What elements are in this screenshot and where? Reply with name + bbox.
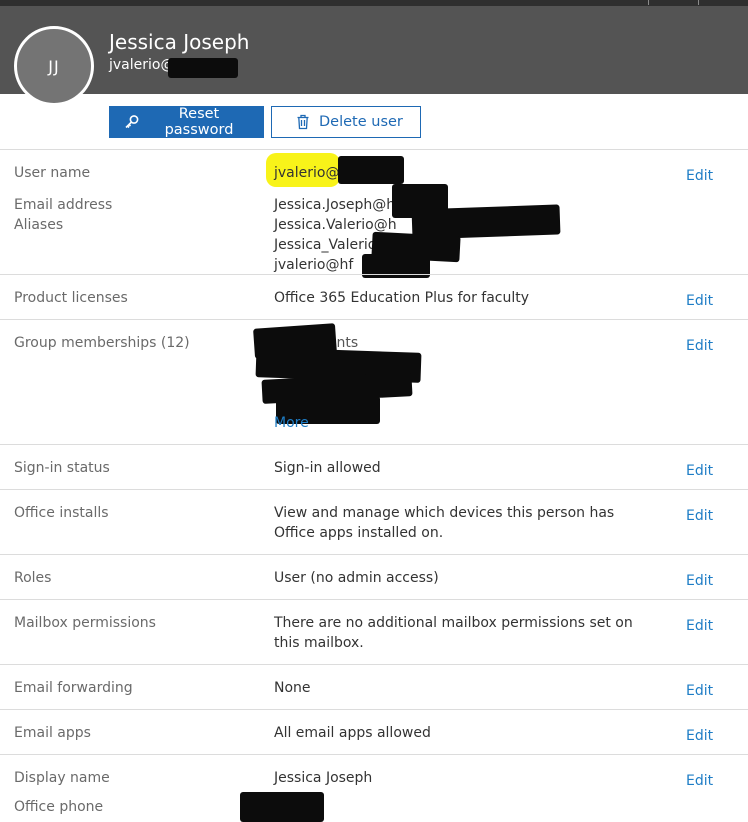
user-display-name: Jessica Joseph bbox=[109, 30, 250, 54]
reset-password-button[interactable]: Reset password bbox=[109, 106, 264, 138]
mailbox-permissions-label: Mailbox permissions bbox=[14, 615, 156, 631]
edit-licenses-link[interactable]: Edit bbox=[686, 293, 713, 309]
email-apps-value: All email apps allowed bbox=[274, 725, 431, 741]
redaction-mark bbox=[338, 156, 404, 184]
header-top-bar bbox=[0, 0, 748, 6]
username-label: User name bbox=[14, 165, 91, 181]
office-installs-text: Office apps installed on. bbox=[274, 525, 444, 541]
divider bbox=[0, 709, 748, 710]
group-memberships-label: Group memberships (12) bbox=[14, 335, 190, 351]
divider bbox=[0, 599, 748, 600]
email-apps-label: Email apps bbox=[14, 725, 91, 741]
divider bbox=[0, 319, 748, 320]
edit-forwarding-link[interactable]: Edit bbox=[686, 683, 713, 699]
user-actions: Reset password Delete user bbox=[109, 106, 421, 138]
signin-status-value: Sign-in allowed bbox=[274, 460, 381, 476]
redaction-mark bbox=[168, 58, 238, 78]
mailbox-permissions-text: There are no additional mailbox permissi… bbox=[274, 615, 633, 631]
signin-status-label: Sign-in status bbox=[14, 460, 110, 476]
divider bbox=[0, 489, 748, 490]
product-licenses-value: Office 365 Education Plus for faculty bbox=[274, 290, 530, 306]
key-icon bbox=[124, 114, 140, 130]
edit-username-link[interactable]: Edit bbox=[686, 168, 713, 184]
email-alias-item: Jessica.Joseph@h bbox=[274, 197, 396, 213]
divider bbox=[0, 554, 748, 555]
divider bbox=[0, 754, 748, 755]
trash-icon bbox=[296, 114, 310, 130]
divider bbox=[0, 444, 748, 445]
delete-user-label: Delete user bbox=[319, 114, 403, 130]
divider bbox=[0, 664, 748, 665]
email-forwarding-label: Email forwarding bbox=[14, 680, 133, 696]
reset-password-label: Reset password bbox=[164, 106, 234, 138]
group-more-link[interactable]: More bbox=[274, 413, 309, 433]
delete-user-button[interactable]: Delete user bbox=[271, 106, 421, 138]
office-phone-label: Office phone bbox=[14, 799, 104, 815]
display-name-label: Display name bbox=[14, 770, 110, 786]
header-divider bbox=[648, 0, 649, 5]
edit-email-apps-link[interactable]: Edit bbox=[686, 728, 713, 744]
edit-mailbox-link[interactable]: Edit bbox=[686, 618, 713, 634]
edit-signin-link[interactable]: Edit bbox=[686, 463, 713, 479]
roles-label: Roles bbox=[14, 570, 52, 586]
mailbox-permissions-text: this mailbox. bbox=[274, 635, 364, 651]
display-name-value: Jessica Joseph bbox=[274, 770, 373, 786]
header-divider bbox=[698, 0, 699, 5]
edit-installs-link[interactable]: Edit bbox=[686, 508, 713, 524]
avatar: JJ bbox=[14, 26, 94, 106]
office-installs-text: View and manage which devices this perso… bbox=[274, 505, 615, 521]
user-header: Jessica Joseph jvalerio@h bbox=[0, 0, 748, 94]
roles-value: User (no admin access) bbox=[274, 570, 439, 586]
edit-display-name-link[interactable]: Edit bbox=[686, 773, 713, 789]
redaction-mark bbox=[240, 792, 324, 822]
email-address-label: Email address bbox=[14, 197, 113, 213]
aliases-label: Aliases bbox=[14, 217, 64, 233]
office-installs-label: Office installs bbox=[14, 505, 109, 521]
divider bbox=[0, 274, 748, 275]
divider bbox=[0, 149, 748, 150]
edit-roles-link[interactable]: Edit bbox=[686, 573, 713, 589]
edit-groups-link[interactable]: Edit bbox=[686, 338, 713, 354]
office-installs-value: View and manage which devices this perso… bbox=[274, 503, 614, 543]
email-forwarding-value: None bbox=[274, 680, 311, 696]
mailbox-permissions-value: There are no additional mailbox permissi… bbox=[274, 613, 633, 653]
product-licenses-label: Product licenses bbox=[14, 290, 128, 306]
